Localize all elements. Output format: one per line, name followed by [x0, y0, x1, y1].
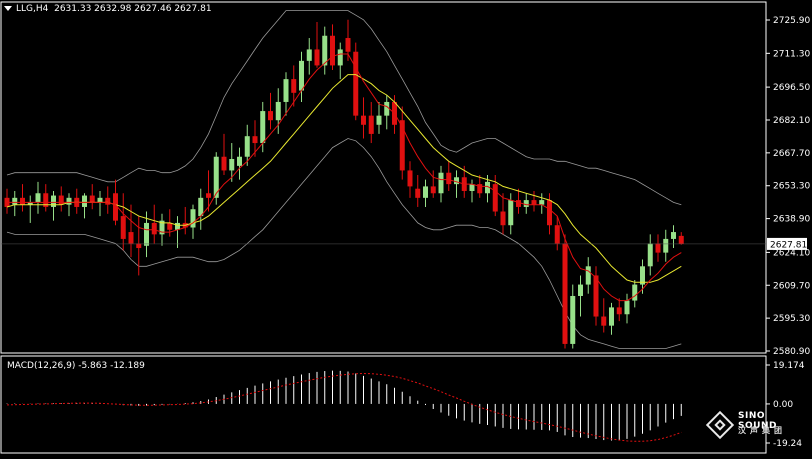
candle-body — [51, 195, 56, 207]
candle-body — [299, 60, 304, 91]
chart-header: LLG,H4 2631.33 2632.98 2627.46 2627.81 — [4, 4, 212, 14]
candle-body — [252, 136, 258, 144]
candle-body — [593, 275, 599, 317]
candle-body — [632, 284, 638, 301]
last-price-label: 2627.81 — [770, 240, 807, 250]
candle-body — [624, 300, 630, 315]
candle-body — [221, 156, 227, 171]
candle-body — [609, 307, 614, 326]
candle-body — [244, 136, 250, 157]
ma-fast-line — [7, 53, 682, 302]
candle-body — [454, 177, 459, 185]
candle-body — [508, 200, 514, 226]
price-axis-label: 2711.30 — [773, 49, 810, 59]
price-axis-label: 2667.70 — [773, 149, 810, 159]
candle-body — [539, 200, 545, 205]
candle-body — [97, 197, 103, 203]
candle-body — [562, 243, 568, 344]
candle-body — [35, 193, 41, 203]
candle-body — [237, 156, 242, 166]
candle-body — [384, 101, 390, 116]
candle-body — [616, 307, 622, 315]
candle-body — [430, 186, 436, 194]
candle-body — [206, 193, 211, 198]
candle-body — [361, 115, 366, 125]
candle-body — [345, 38, 351, 52]
candle-body — [144, 222, 149, 246]
bollinger-upper-line — [6, 10, 682, 206]
candle-body — [120, 216, 126, 239]
candle-body — [175, 222, 180, 230]
candle-body — [330, 35, 335, 66]
price-axis-label: 2638.90 — [773, 215, 810, 225]
symbol-timeframe: LLG,H4 — [16, 4, 49, 14]
candle-body — [492, 184, 498, 212]
candle-body — [407, 170, 413, 187]
bollinger-lower-line — [6, 138, 682, 349]
candle-body — [89, 195, 95, 203]
price-axis-label: 2580.90 — [773, 347, 810, 357]
candle-body — [105, 197, 111, 205]
candle-body — [601, 316, 607, 326]
candle-body — [655, 243, 661, 253]
candle-body — [260, 111, 266, 144]
candle-body — [376, 115, 382, 125]
candle-body — [523, 200, 529, 207]
candle-body — [547, 200, 552, 226]
candle-body — [678, 235, 684, 244]
candle-body — [82, 195, 87, 207]
candle-body — [438, 172, 444, 194]
candle-body — [283, 79, 289, 102]
candle-body — [663, 238, 669, 253]
candle-body — [20, 197, 25, 205]
candle-body — [516, 200, 521, 207]
main-panel-frame — [0, 1, 767, 354]
candle-body — [275, 101, 281, 121]
candle-body — [578, 284, 583, 296]
candle-body — [12, 197, 18, 205]
candle-body — [229, 159, 235, 171]
candle-body — [58, 195, 64, 205]
candle-body — [554, 225, 560, 244]
ohlc-readout: 2631.33 2632.98 2627.46 2627.81 — [54, 4, 212, 14]
price-axis-label: 2682.10 — [773, 116, 810, 126]
logo-brand-cn: 汉声集团 — [738, 426, 786, 435]
candle-body — [353, 51, 359, 116]
price-axis-label: 2653.30 — [773, 182, 810, 192]
candle-body — [306, 49, 312, 61]
candle-body — [531, 200, 537, 205]
chart-window: 2725.90 2711.30 2696.50 2682.10 2667.70 2653.… — [0, 0, 812, 455]
candle-body — [167, 222, 173, 230]
ma-slow-line — [6, 74, 682, 283]
candle-body — [151, 222, 157, 235]
candle-body — [446, 172, 452, 185]
candle-body — [136, 243, 142, 249]
candle-body — [368, 115, 374, 134]
price-axis-label: 2609.70 — [773, 281, 810, 291]
candle-body — [268, 111, 273, 121]
candle-body — [647, 243, 653, 267]
candle-body — [190, 209, 196, 228]
candle-body — [423, 186, 428, 198]
price-axis-label: 2595.30 — [773, 314, 810, 324]
price-axis-label: 2725.90 — [773, 16, 810, 26]
dropdown-triangle-icon[interactable] — [4, 6, 12, 11]
chart-canvas: 2725.90 2711.30 2696.50 2682.10 2667.70 2653.… — [0, 1, 810, 454]
price-axis-label: 2696.50 — [773, 83, 810, 93]
candle-body — [314, 49, 320, 66]
sino-sound-logo: SINO SOUND 汉声集团 — [705, 409, 806, 449]
candle-body — [128, 232, 134, 244]
candle-body — [469, 184, 475, 191]
macd-axis-label: 19.174 — [773, 361, 805, 371]
candle-body — [500, 211, 506, 226]
candle-body — [585, 266, 591, 285]
candle-body — [415, 188, 421, 198]
logo-seal-icon — [705, 410, 735, 440]
candle-body — [337, 49, 343, 66]
candle-body — [671, 232, 676, 239]
candle-body — [66, 197, 72, 205]
macd-header: MACD(12,26,9) -5.863 -12.189 — [7, 361, 145, 371]
candle-body — [570, 295, 576, 344]
candle-body — [291, 79, 297, 93]
